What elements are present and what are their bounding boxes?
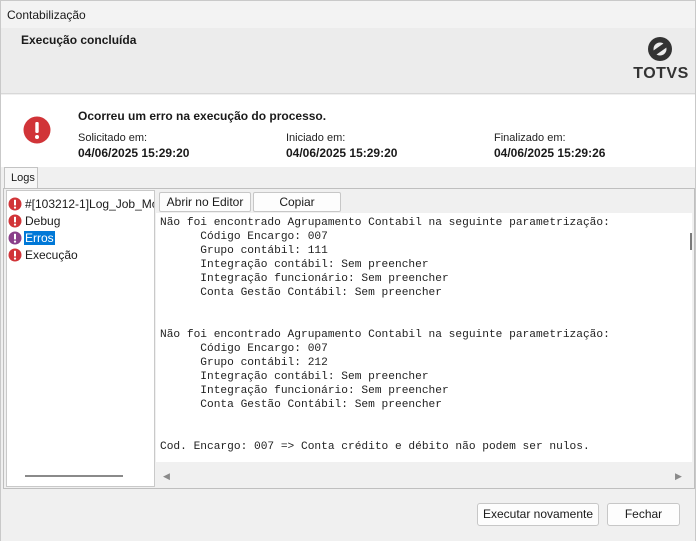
requested-label: Solicitado em: xyxy=(78,132,148,144)
log-vertical-scrollbar[interactable] xyxy=(690,233,692,250)
totvs-logo-icon xyxy=(648,37,672,61)
tree-item-label: Execução xyxy=(25,248,78,262)
started-value: 04/06/2025 15:29:20 xyxy=(286,146,398,160)
execution-summary: Ocorreu um erro na execução do processo.… xyxy=(1,95,695,167)
tree-item-label: #[103212-1]Log_Job_Mon xyxy=(25,197,155,211)
tab-logs[interactable]: Logs xyxy=(4,167,38,189)
error-icon xyxy=(8,248,22,262)
close-button[interactable]: Fechar xyxy=(607,503,680,526)
run-again-button[interactable]: Executar novamente xyxy=(477,503,599,526)
open-editor-button[interactable]: Abrir no Editor xyxy=(159,192,251,212)
error-icon xyxy=(23,116,51,144)
tree-item-label: Debug xyxy=(25,214,61,228)
error-icon xyxy=(8,231,22,245)
execution-status-heading: Execução concluída xyxy=(21,33,137,47)
scroll-right-icon[interactable]: ▶ xyxy=(675,471,682,482)
tree-item-label: Erros xyxy=(24,231,55,245)
tree-horizontal-scrollbar[interactable] xyxy=(25,475,123,477)
dialog-footer: Executar novamente Fechar xyxy=(1,490,695,541)
finished-value: 04/06/2025 15:29:26 xyxy=(494,146,606,160)
error-message: Ocorreu um erro na execução do processo. xyxy=(78,109,327,123)
header-band: Execução concluída TOTVS xyxy=(1,28,695,94)
copy-button[interactable]: Copiar xyxy=(253,192,341,212)
log-text-area[interactable]: Não foi encontrado Agrupamento Contabil … xyxy=(156,213,692,462)
totvs-logo: TOTVS xyxy=(633,36,689,86)
finished-label: Finalizado em: xyxy=(494,132,566,144)
started-info: Iniciado em: 04/06/2025 15:29:20 xyxy=(286,132,397,160)
window-title: Contabilização xyxy=(7,8,86,22)
error-icon xyxy=(8,214,22,228)
log-tree[interactable]: #[103212-1]Log_Job_Mon Debug Erros Execu… xyxy=(6,190,155,487)
requested-info: Solicitado em: 04/06/2025 15:29:20 xyxy=(78,132,189,160)
totvs-brand-text: TOTVS xyxy=(633,65,689,82)
title-bar[interactable]: Contabilização xyxy=(1,1,695,28)
requested-value: 04/06/2025 15:29:20 xyxy=(78,146,190,160)
contabilizacao-dialog: Contabilização Execução concluída TOTVS … xyxy=(0,0,696,541)
error-icon xyxy=(8,197,22,211)
log-horizontal-scrollbar[interactable]: ◀ ▶ xyxy=(156,468,692,484)
scroll-left-icon[interactable]: ◀ xyxy=(163,471,170,482)
logs-panel: #[103212-1]Log_Job_Mon Debug Erros Execu… xyxy=(3,188,695,489)
started-label: Iniciado em: xyxy=(286,132,346,144)
log-content: Não foi encontrado Agrupamento Contabil … xyxy=(160,217,610,453)
finished-info: Finalizado em: 04/06/2025 15:29:26 xyxy=(494,132,605,160)
